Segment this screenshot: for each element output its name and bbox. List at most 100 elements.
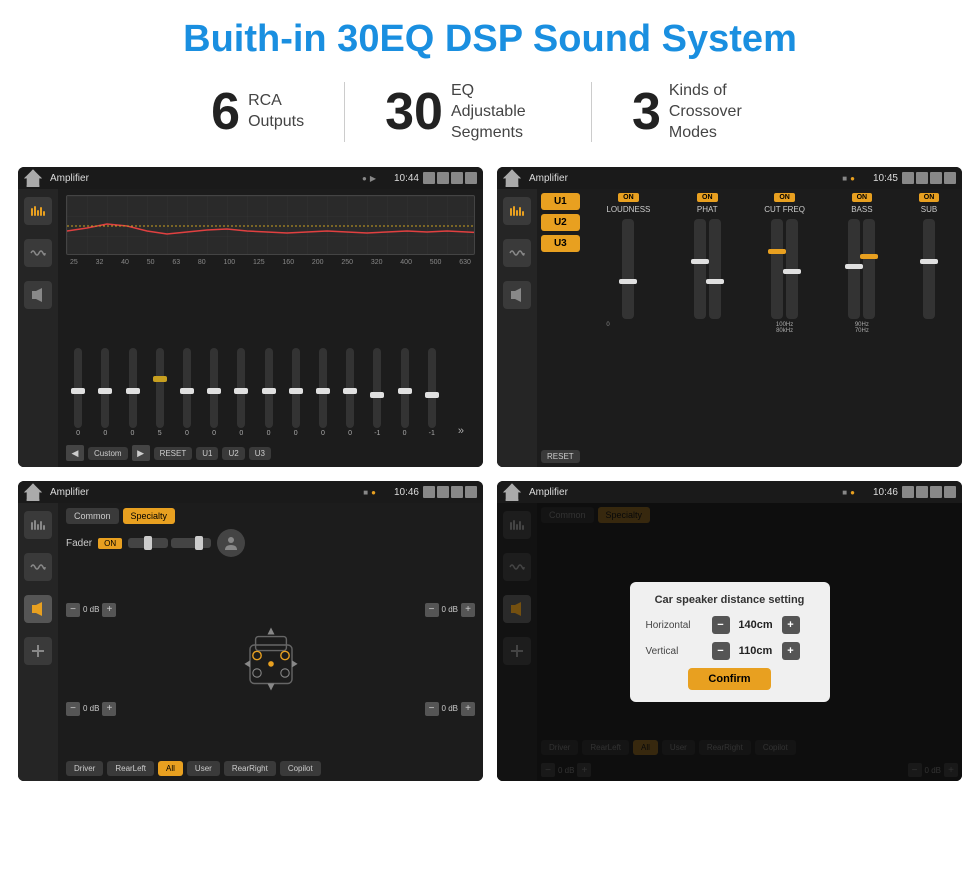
bottom-buttons-3: Driver RearLeft All User RearRight Copil…: [66, 761, 475, 776]
reset-btn-2[interactable]: RESET: [541, 450, 580, 463]
plus-btn-2[interactable]: +: [102, 702, 116, 716]
home-icon[interactable]: [24, 169, 42, 187]
window-icon-4: [930, 486, 942, 498]
slider-10[interactable]: 0: [311, 348, 335, 437]
wave-icon-2[interactable]: [503, 239, 531, 267]
u1-btn-1[interactable]: U1: [196, 447, 218, 460]
back-icon: [465, 172, 477, 184]
u2-btn-1[interactable]: U2: [222, 447, 244, 460]
rearleft-btn[interactable]: RearLeft: [107, 761, 154, 776]
speaker-icon-2[interactable]: [503, 281, 531, 309]
fader-slider-2[interactable]: [171, 538, 211, 548]
stat-crossover-number: 3: [632, 86, 661, 138]
back-icon-2: [944, 172, 956, 184]
vertical-row: Vertical − 110cm +: [646, 642, 814, 660]
slider-9[interactable]: 0: [284, 348, 308, 437]
home-icon-3[interactable]: [24, 483, 42, 501]
slider-14[interactable]: -1: [420, 348, 444, 437]
phat-on[interactable]: ON: [697, 193, 718, 202]
minus-btn-1[interactable]: −: [66, 603, 80, 617]
volume-icon-3: [437, 486, 449, 498]
minus-btn-3[interactable]: −: [425, 603, 439, 617]
prev-btn[interactable]: ◀: [66, 445, 84, 461]
arrows-icon[interactable]: [24, 637, 52, 665]
wave-icon-3[interactable]: [24, 553, 52, 581]
time-1: 10:44: [394, 173, 419, 184]
confirm-button[interactable]: Confirm: [688, 668, 770, 690]
horizontal-plus[interactable]: +: [782, 616, 800, 634]
slider-2[interactable]: 0: [93, 348, 117, 437]
fader-on-badge[interactable]: ON: [98, 538, 122, 549]
camera-icon-4: [902, 486, 914, 498]
fader-screen: Amplifier ■ ● 10:46: [18, 481, 483, 781]
speaker-icon[interactable]: [24, 281, 52, 309]
slider-5[interactable]: 0: [175, 348, 199, 437]
user-btn[interactable]: User: [187, 761, 220, 776]
minus-btn-2[interactable]: −: [66, 702, 80, 716]
plus-btn-3[interactable]: +: [461, 603, 475, 617]
eq-icon-2[interactable]: [503, 197, 531, 225]
status-bar-1: Amplifier ● ▶ 10:44: [18, 167, 483, 189]
slider-15[interactable]: »: [447, 425, 475, 437]
eq-main: 25 32 40 50 63 80 100 125 160 200 250 32…: [58, 189, 483, 467]
u2-select[interactable]: U2: [541, 214, 580, 231]
vertical-label: Vertical: [646, 646, 706, 657]
custom-btn[interactable]: Custom: [88, 447, 128, 460]
play-btn[interactable]: ▶: [132, 445, 150, 461]
specialty-tab[interactable]: Specialty: [123, 508, 176, 524]
eq-icon-3[interactable]: [24, 511, 52, 539]
driver-btn[interactable]: Driver: [66, 761, 103, 776]
common-tab[interactable]: Common: [66, 508, 119, 524]
eq-icon[interactable]: [24, 197, 52, 225]
stat-eq-label: EQ AdjustableSegments: [451, 81, 551, 143]
volume-icon-2: [916, 172, 928, 184]
fader-screen-body: Common Specialty Fader ON: [18, 503, 483, 781]
slider-1[interactable]: 0: [66, 348, 90, 437]
all-btn[interactable]: All: [158, 761, 183, 776]
crossover-headers: ON LOUDNESS 0 ON PHAT: [588, 193, 958, 334]
copilot-btn[interactable]: Copilot: [280, 761, 321, 776]
cutfreq-on[interactable]: ON: [774, 193, 795, 202]
vertical-plus[interactable]: +: [782, 642, 800, 660]
car-diagram: [122, 562, 418, 756]
loudness-col: ON LOUDNESS 0: [606, 193, 650, 334]
camera-icon-3: [423, 486, 435, 498]
rearright-btn[interactable]: RearRight: [224, 761, 276, 776]
slider-3[interactable]: 0: [120, 348, 144, 437]
slider-7[interactable]: 0: [229, 348, 253, 437]
time-2: 10:45: [873, 173, 898, 184]
minus-btn-4[interactable]: −: [425, 702, 439, 716]
horizontal-minus[interactable]: −: [712, 616, 730, 634]
wave-icon[interactable]: [24, 239, 52, 267]
app-title-3: Amplifier: [50, 487, 359, 498]
right-db-controls: − 0 dB + − 0 dB +: [425, 562, 475, 756]
plus-btn-4[interactable]: +: [461, 702, 475, 716]
slider-4[interactable]: 5: [148, 348, 172, 437]
db-val-1: 0 dB: [83, 605, 99, 614]
time-4: 10:46: [873, 487, 898, 498]
plus-btn-1[interactable]: +: [102, 603, 116, 617]
fader-slider-1[interactable]: [128, 538, 168, 548]
window-icon-3: [451, 486, 463, 498]
sub-on[interactable]: ON: [919, 193, 940, 202]
slider-12[interactable]: -1: [365, 348, 389, 437]
window-icon: [451, 172, 463, 184]
db-val-4: 0 dB: [442, 704, 458, 713]
reset-btn-1[interactable]: RESET: [154, 447, 193, 460]
home-icon-4[interactable]: [503, 483, 521, 501]
u3-select[interactable]: U3: [541, 235, 580, 252]
slider-6[interactable]: 0: [202, 348, 226, 437]
loudness-on[interactable]: ON: [618, 193, 639, 202]
slider-11[interactable]: 0: [338, 348, 362, 437]
bass-on[interactable]: ON: [852, 193, 873, 202]
slider-8[interactable]: 0: [256, 348, 280, 437]
u1-select[interactable]: U1: [541, 193, 580, 210]
slider-13[interactable]: 0: [392, 348, 416, 437]
status-icons-3: [423, 486, 477, 498]
stat-eq-number: 30: [385, 86, 443, 138]
speaker-icon-3[interactable]: [24, 595, 52, 623]
eq-screen: Amplifier ● ▶ 10:44: [18, 167, 483, 467]
vertical-minus[interactable]: −: [712, 642, 730, 660]
u3-btn-1[interactable]: U3: [249, 447, 271, 460]
home-icon-2[interactable]: [503, 169, 521, 187]
